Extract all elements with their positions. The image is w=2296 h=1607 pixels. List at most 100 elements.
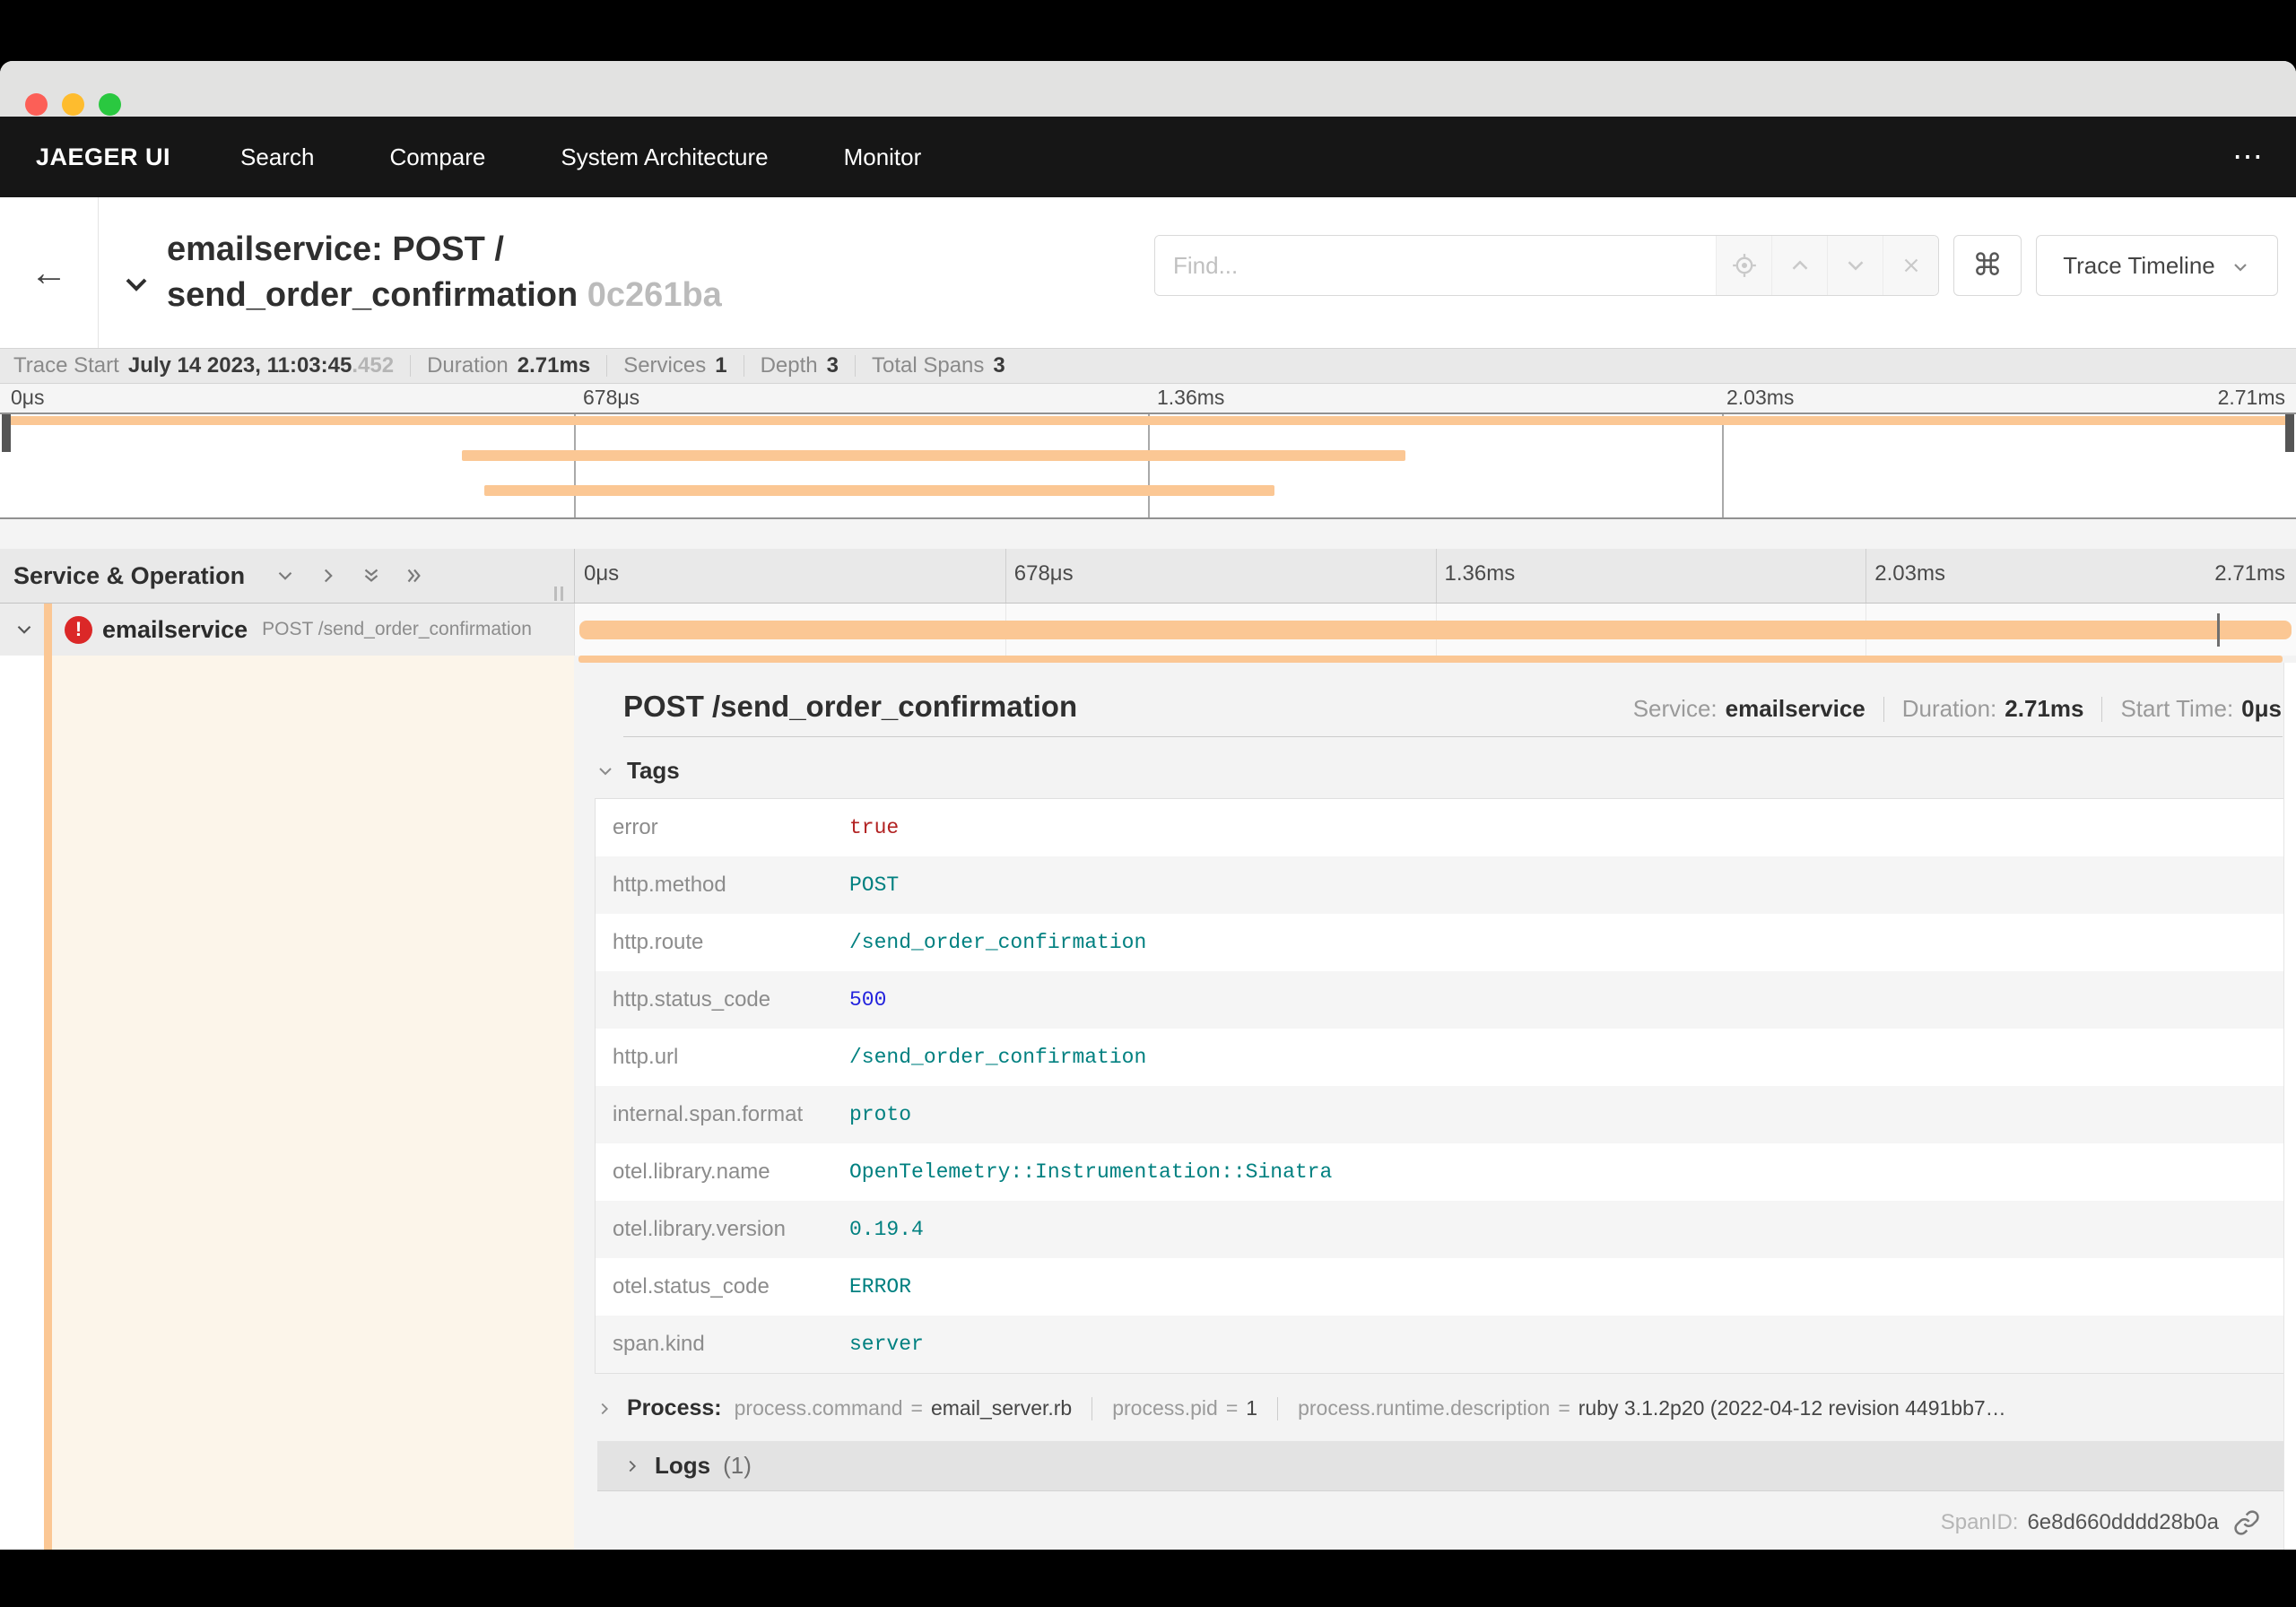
total-spans-label: Total Spans	[871, 353, 985, 378]
locate-span-button[interactable]	[1716, 236, 1771, 295]
service-meta-label: Service:	[1632, 695, 1718, 722]
tick-label: 2.71ms	[2214, 561, 2285, 586]
minimap-span-bar	[6, 416, 2290, 425]
trace-minimap[interactable]	[0, 413, 2296, 519]
expand-one-icon[interactable]	[317, 564, 340, 587]
duration-meta-value: 2.71ms	[2005, 695, 2084, 722]
tag-row: otel.status_code ERROR	[613, 1274, 912, 1299]
span-detail-row: POST /send_order_confirmation Service: e…	[0, 656, 2296, 1550]
service-operation-header: Service & Operation	[13, 561, 246, 589]
depth-value: 3	[826, 353, 839, 378]
depth-label: Depth	[760, 353, 818, 378]
tag-row: http.route/send_order_confirmation	[613, 930, 1147, 954]
error-log-tick	[2216, 613, 2220, 647]
find-input[interactable]	[1155, 236, 1716, 295]
jaeger-logo[interactable]: JAEGER UI	[36, 143, 170, 171]
nav-item-monitor[interactable]: Monitor	[844, 143, 922, 171]
collapse-one-icon[interactable]	[274, 564, 297, 587]
collapse-trace-chevron-icon[interactable]	[118, 266, 154, 302]
tick-label: 1.36ms	[1157, 386, 1225, 409]
minimap-tick-labels: 0μs 678μs 1.36ms 2.03ms 2.71ms	[0, 384, 2296, 413]
services-value: 1	[715, 353, 727, 378]
nav-item-compare[interactable]: Compare	[389, 143, 485, 171]
app-window: JAEGER UI Search Compare System Architec…	[0, 61, 2296, 1550]
chevron-down-icon	[595, 760, 616, 782]
minimap-span-bar	[484, 485, 1274, 496]
span-id-value: 6e8d660dddd28b0a	[2027, 1510, 2219, 1534]
tags-table: error true http.method POST http.route/sen…	[595, 798, 2285, 1374]
zoom-window-button[interactable]	[99, 93, 121, 116]
span-row[interactable]: ! emailservice POST /send_order_confirma…	[0, 604, 2296, 656]
span-id-label: SpanID:	[1940, 1510, 2019, 1534]
trace-id-short: 0c261ba	[587, 276, 722, 314]
tags-title: Tags	[627, 757, 680, 784]
minimap-gridline	[1148, 414, 1150, 517]
minimap-gridline	[1722, 414, 1724, 517]
service-meta-value: emailservice	[1725, 695, 1866, 722]
trace-start-label: Trace Start	[13, 353, 119, 378]
column-resize-handle[interactable]	[554, 586, 563, 601]
find-next-button[interactable]	[1827, 236, 1883, 295]
locate-icon	[1732, 254, 1756, 277]
tag-row: otel.library.name OpenTelemetry::Instrume…	[613, 1160, 1333, 1184]
trace-view-label: Trace Timeline	[2063, 251, 2215, 279]
tags-section-header[interactable]: Tags	[595, 757, 2296, 785]
collapse-span-chevron-icon[interactable]	[13, 618, 36, 641]
chevron-right-icon	[595, 1399, 614, 1419]
minimap-span-bar	[461, 450, 1405, 461]
start-time-meta-value: 0μs	[2241, 695, 2282, 722]
span-operation-name: POST /send_order_confirmation	[262, 619, 532, 639]
minimize-window-button[interactable]	[62, 93, 84, 116]
duration-label: Duration	[427, 353, 509, 378]
tag-row: otel.library.version 0.19.4	[596, 1201, 2284, 1258]
viewport-drag-handle-left[interactable]	[2, 414, 11, 452]
timeline-gridline	[1004, 549, 1006, 603]
viewport-drag-handle-right[interactable]	[2285, 414, 2294, 452]
tag-row: http.method POST	[596, 856, 2284, 914]
copy-link-icon[interactable]	[2233, 1509, 2260, 1536]
trace-summary-bar: Trace Start July 14 2023, 11:03:45 .452 …	[0, 348, 2296, 384]
timeline-gridline	[1435, 549, 1437, 603]
close-icon	[1904, 258, 1918, 273]
logs-section-header[interactable]: Logs (1)	[597, 1441, 2285, 1491]
tag-row: internal.span.format proto	[596, 1086, 2284, 1143]
minimap-gridline	[574, 414, 576, 517]
detail-name-column-backdrop	[52, 656, 574, 1550]
nav-overflow-icon[interactable]: ⋯	[2232, 139, 2265, 175]
start-time-meta-label: Start Time:	[2120, 695, 2234, 722]
keyboard-shortcuts-button[interactable]: ⌘	[1953, 235, 2022, 296]
nav-item-system-architecture[interactable]: System Architecture	[561, 143, 768, 171]
tag-row: http.status_code 500	[596, 971, 2284, 1029]
span-graph-header: Service & Operation 0μs 678μs 1.36ms 2.0…	[0, 549, 2296, 604]
find-prev-button[interactable]	[1771, 236, 1827, 295]
service-color-strip	[44, 656, 52, 1550]
tick-label: 2.03ms	[1874, 561, 1945, 586]
error-icon: !	[65, 615, 92, 644]
back-button[interactable]: ←	[0, 197, 99, 348]
find-clear-button[interactable]	[1883, 236, 1938, 295]
duration-meta-label: Duration:	[1901, 695, 1997, 722]
tick-label: 0μs	[11, 386, 45, 409]
back-arrow-icon: ←	[30, 251, 68, 293]
top-navbar: JAEGER UI Search Compare System Architec…	[0, 117, 2296, 197]
scrollbar-gutter[interactable]	[2283, 663, 2296, 1550]
chevron-down-icon	[2230, 256, 2251, 278]
left-gutter	[0, 656, 44, 1550]
duration-value: 2.71ms	[517, 353, 591, 378]
span-duration-bar[interactable]	[578, 621, 2292, 639]
collapse-all-icon[interactable]	[360, 564, 383, 587]
expand-all-icon[interactable]	[403, 564, 426, 587]
logs-count: (1)	[723, 1452, 752, 1479]
tick-label: 1.36ms	[1444, 561, 1516, 586]
macos-titlebar	[0, 61, 2296, 117]
close-window-button[interactable]	[25, 93, 48, 116]
chevron-down-icon	[1848, 261, 1863, 271]
spacer	[0, 519, 2296, 549]
trace-view-selector[interactable]: Trace Timeline	[2036, 235, 2278, 296]
tag-row: http.url/send_order_confirmation	[613, 1045, 1147, 1069]
command-key-icon: ⌘	[1972, 248, 2003, 282]
nav-item-search[interactable]: Search	[240, 143, 314, 171]
tick-label: 2.71ms	[2217, 386, 2285, 409]
divider	[623, 736, 2283, 737]
process-section-header[interactable]: Process: process.command = email_server.rb…	[595, 1395, 2285, 1421]
